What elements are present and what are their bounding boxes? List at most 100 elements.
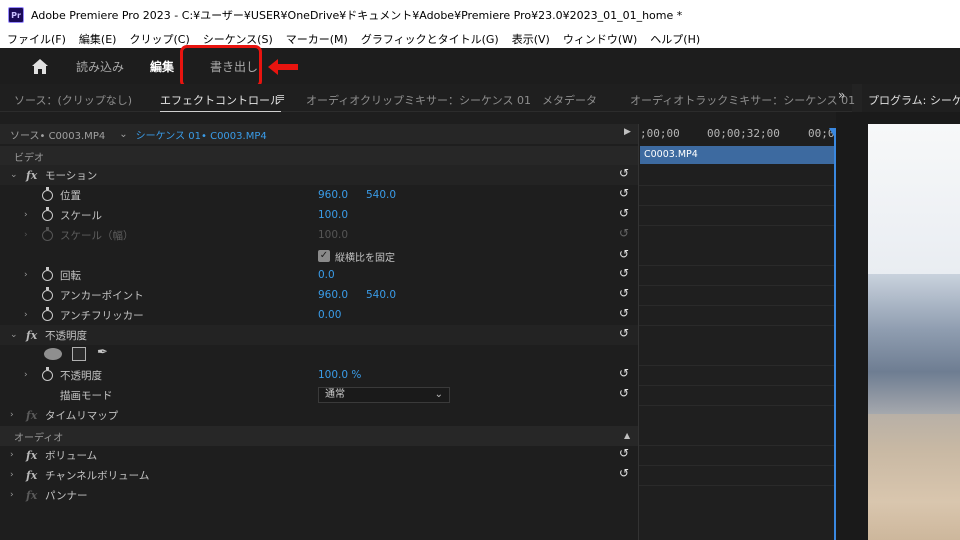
menu-window[interactable]: ウィンドウ(W) [563, 31, 637, 47]
fx-icon[interactable]: fx [26, 469, 37, 482]
blend-mode-select[interactable]: 通常 ⌄ [318, 387, 450, 403]
antiflicker-value[interactable]: 0.00 [318, 309, 341, 321]
expand-icon[interactable]: › [10, 470, 14, 480]
collapse-icon[interactable]: ⌄ [10, 170, 18, 180]
reset-icon[interactable]: ↺ [619, 247, 629, 261]
reset-icon[interactable]: ↺ [619, 286, 629, 300]
menu-marker[interactable]: マーカー(M) [286, 31, 348, 47]
home-icon[interactable] [30, 56, 50, 76]
collapse-up-icon[interactable]: ▲ [624, 431, 630, 440]
row-divider [639, 465, 836, 466]
expand-icon[interactable]: › [24, 210, 28, 220]
row-divider [639, 385, 836, 386]
menu-file[interactable]: ファイル(F) [7, 31, 66, 47]
reset-icon[interactable]: ↺ [619, 326, 629, 340]
channel-volume-label: チャンネルボリューム [45, 469, 150, 482]
reset-icon[interactable]: ↺ [619, 446, 629, 460]
expand-icon[interactable]: › [24, 270, 28, 280]
volume-label: ボリューム [45, 449, 98, 462]
stopwatch-icon[interactable] [42, 207, 53, 221]
expand-icon[interactable]: › [10, 410, 14, 420]
panner-label: パンナー [45, 489, 88, 502]
video-section-header: ビデオ [0, 146, 638, 166]
fx-icon[interactable]: fx [26, 329, 37, 342]
motion-label: モーション [45, 169, 98, 182]
uniform-scale-checkbox[interactable]: ✓ [318, 250, 330, 262]
rotation-label: 回転 [60, 269, 81, 282]
menu-view[interactable]: 表示(V) [512, 31, 550, 47]
fx-icon[interactable]: fx [26, 169, 37, 182]
tab-edit[interactable]: 編集 [150, 58, 174, 75]
rectangle-mask-icon[interactable] [72, 347, 86, 361]
reset-icon[interactable]: ↺ [619, 306, 629, 320]
pen-mask-icon[interactable]: ✒ [97, 345, 108, 360]
guide-line [868, 124, 960, 540]
reset-icon[interactable]: ↺ [619, 206, 629, 220]
menu-help[interactable]: ヘルプ(H) [650, 31, 700, 47]
expand-icon[interactable]: › [10, 450, 14, 460]
tab-metadata[interactable]: メタデータ [542, 92, 597, 108]
uniform-scale-label: 縦横比を固定 [335, 252, 395, 264]
menu-clip[interactable]: クリップ(C) [129, 31, 189, 47]
rotation-value[interactable]: 0.0 [318, 269, 335, 281]
sequence-clip-label[interactable]: シーケンス 01• C0003.MP4 [136, 127, 267, 142]
expand-icon[interactable]: › [24, 370, 28, 380]
scale-label: スケール [60, 209, 102, 222]
scale-width-value: 100.0 [318, 229, 349, 241]
opacity-label: 不透明度 [60, 369, 102, 382]
reset-icon[interactable]: ↺ [619, 186, 629, 200]
audio-section-header: オーディオ ▲ [0, 426, 638, 446]
tab-source[interactable]: ソース：(クリップなし) [14, 92, 132, 108]
anchor-x-value[interactable]: 960.0 [318, 289, 348, 301]
opacity-group-label: 不透明度 [45, 329, 87, 342]
reset-icon[interactable]: ↺ [619, 266, 629, 280]
expand-icon[interactable]: › [10, 490, 14, 500]
reset-icon[interactable]: ↺ [619, 386, 629, 400]
reset-icon[interactable]: ↺ [619, 166, 629, 180]
timeline-body [639, 164, 836, 540]
menu-edit[interactable]: 編集(E) [79, 31, 117, 47]
position-y-value[interactable]: 540.0 [366, 189, 396, 201]
collapse-icon[interactable]: ⌄ [10, 330, 18, 340]
tab-import[interactable]: 読み込み [76, 58, 124, 75]
opacity-row: › 不透明度 100.0 % ↺ [0, 365, 638, 385]
chevron-down-icon[interactable]: ⌄ [119, 129, 127, 140]
scale-value[interactable]: 100.0 [318, 209, 348, 221]
stopwatch-icon[interactable] [42, 187, 53, 201]
blend-mode-label: 描画モード [60, 389, 113, 402]
tab-audio-clip-mixer[interactable]: オーディオクリップミキサー：シーケンス 01 [306, 92, 531, 108]
menu-graphics[interactable]: グラフィックとタイトル(G) [361, 31, 499, 47]
premiere-app-icon: Pr [8, 7, 24, 23]
stopwatch-icon[interactable] [42, 367, 53, 381]
expand-icon[interactable]: › [24, 310, 28, 320]
tab-audio-track-mixer[interactable]: オーディオトラックミキサー：シーケンス 01 [630, 92, 855, 108]
row-divider [639, 405, 836, 406]
anchor-row: アンカーポイント 960.0 540.0 ↺ [0, 285, 638, 305]
stopwatch-icon[interactable] [42, 267, 53, 281]
opacity-value[interactable]: 100.0 % [318, 369, 361, 381]
blend-mode-value: 通常 [325, 389, 345, 400]
expand-icon: › [24, 230, 28, 240]
stopwatch-icon[interactable] [42, 307, 53, 321]
fx-icon[interactable]: fx [26, 449, 37, 462]
ellipse-mask-icon[interactable] [44, 348, 62, 360]
row-divider [639, 305, 836, 306]
stopwatch-icon[interactable] [42, 287, 53, 301]
more-tabs-icon[interactable]: » [838, 88, 845, 102]
tab-program[interactable]: プログラム: シーケンス 01 [862, 84, 960, 112]
motion-effect-row[interactable]: ⌄ fx モーション ↺ [0, 165, 638, 185]
opacity-effect-row[interactable]: ⌄ fx 不透明度 ↺ [0, 325, 638, 345]
play-triangle-icon[interactable]: ▶ [624, 127, 631, 137]
panel-menu-icon[interactable]: ≡ [276, 91, 285, 104]
timeline-clip[interactable]: C0003.MP4 [640, 146, 835, 164]
anchor-y-value[interactable]: 540.0 [366, 289, 396, 301]
source-clip-label[interactable]: ソース• C0003.MP4 [10, 127, 105, 142]
row-divider [639, 205, 836, 206]
reset-icon[interactable]: ↺ [619, 366, 629, 380]
time-remap-label: タイムリマップ [45, 409, 119, 422]
tab-effect-controls[interactable]: エフェクトコントロール [160, 92, 281, 113]
source-sequence-bar: ソース• C0003.MP4 ⌄ シーケンス 01• C0003.MP4 [0, 124, 638, 144]
window-title: Adobe Premiere Pro 2023 - C:¥ユーザー¥USER¥O… [31, 9, 683, 22]
position-x-value[interactable]: 960.0 [318, 189, 348, 201]
reset-icon[interactable]: ↺ [619, 466, 629, 480]
